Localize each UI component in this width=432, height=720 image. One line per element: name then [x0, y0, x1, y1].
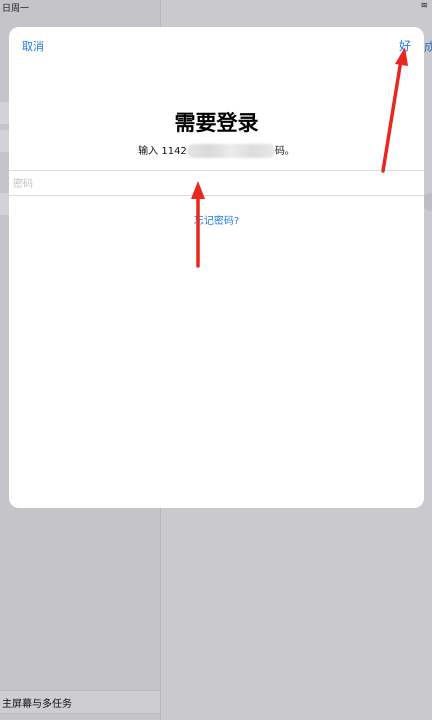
status-bar: 日周一 ≋ — [0, 0, 432, 14]
status-time: 日周一 — [2, 4, 30, 14]
cancel-button[interactable]: 取消 — [22, 38, 44, 54]
background-link-fragment: 成 — [424, 40, 432, 54]
redacted-account — [186, 144, 275, 158]
message-prefix: 输入 1142 — [138, 146, 187, 157]
sidebar-item-label: 主屏幕与多任务 — [2, 699, 72, 710]
password-row — [9, 170, 424, 196]
forgot-password-link[interactable]: 忘记密码? — [9, 212, 424, 227]
dialog-title: 需要登录 — [174, 111, 259, 135]
login-required-dialog: 取消 好 需要登录 输入 1142 码。 忘记密码? — [9, 27, 424, 508]
ok-button[interactable]: 好 — [399, 37, 411, 54]
password-field[interactable] — [11, 174, 410, 194]
dialog-message: 输入 1142 码。 — [9, 142, 424, 158]
message-suffix: 码。 — [274, 146, 295, 157]
sidebar-item-home-screen-multitasking[interactable]: 主屏幕与多任务 — [0, 690, 160, 714]
wifi-icon: ≋ — [420, 1, 428, 11]
